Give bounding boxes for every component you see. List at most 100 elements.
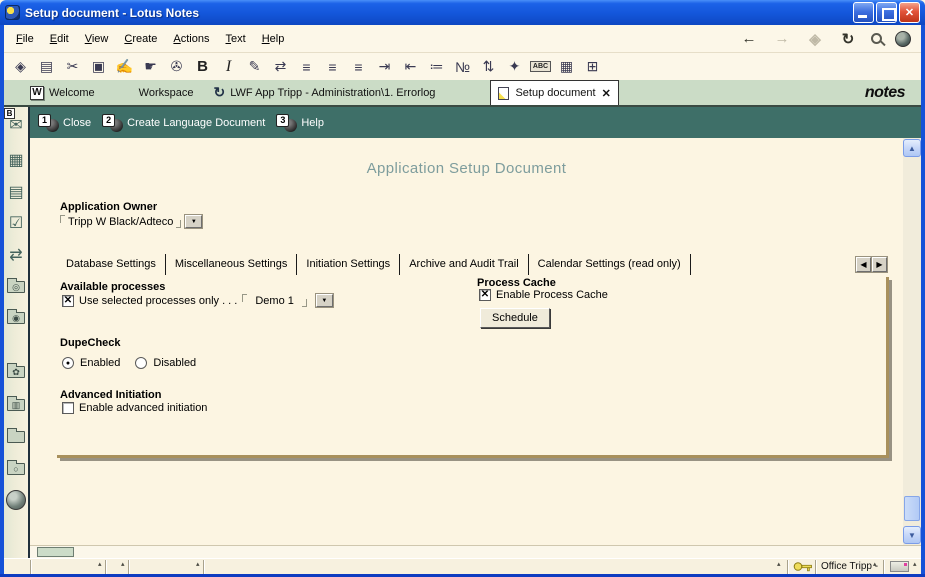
system-tray-icon[interactable]	[890, 561, 909, 572]
menu-text[interactable]: Text	[218, 30, 254, 48]
create-table-icon[interactable]: ⊞	[580, 55, 605, 79]
book-folder-icon[interactable]: ▥	[4, 390, 28, 420]
globe-folder-icon[interactable]: ◉	[4, 303, 28, 333]
stop-icon[interactable]: ◈	[805, 30, 825, 48]
mail-icon[interactable]: B ✉	[4, 110, 28, 140]
italic-icon[interactable]: I	[216, 55, 241, 79]
tab-initiation-settings[interactable]: Initiation Settings	[297, 254, 400, 275]
search-icon[interactable]	[871, 33, 882, 44]
menu-actions[interactable]: Actions	[165, 30, 217, 48]
people-globe-icon[interactable]	[4, 485, 28, 515]
scrollbar-thumb[interactable]	[904, 496, 920, 521]
refresh-icon[interactable]: ↻	[838, 30, 858, 48]
application-owner-field[interactable]: Tripp W Black/Adteco ▼	[60, 215, 202, 228]
dupecheck-options: ● Enabled Disabled	[62, 357, 196, 369]
status-expand-icon[interactable]: ▴	[913, 560, 917, 568]
close-action-button[interactable]: 1 Close	[38, 114, 91, 132]
enable-advanced-initiation-row: Enable advanced initiation	[62, 402, 207, 414]
spotlight-icon[interactable]: ✦	[502, 55, 527, 79]
create-language-document-button[interactable]: 2 Create Language Document	[102, 114, 265, 132]
document-icon	[498, 87, 509, 100]
enable-advanced-initiation-checkbox[interactable]	[62, 402, 74, 414]
tab-scroll-left-button[interactable]: ◀	[856, 257, 871, 272]
back-icon[interactable]: ←	[739, 30, 759, 47]
maximize-button[interactable]	[876, 2, 897, 23]
tab-miscellaneous-settings[interactable]: Miscellaneous Settings	[166, 254, 298, 275]
menu-file[interactable]: File	[8, 30, 42, 48]
process-field[interactable]: Demo 1	[255, 295, 294, 307]
tab-workspace[interactable]: Workspace	[139, 87, 194, 99]
open-document-icon[interactable]: ▤	[34, 55, 59, 79]
open-url-icon[interactable]	[895, 31, 911, 47]
help-action-button[interactable]: 3 Help	[276, 114, 324, 132]
format-painter-icon[interactable]: ☛	[138, 55, 163, 79]
action-2-icon: 2	[102, 114, 123, 132]
links-folder-icon[interactable]: ○	[4, 454, 28, 484]
horizontal-scrollbar[interactable]	[30, 545, 921, 558]
attach-file-icon[interactable]: ✇	[164, 55, 189, 79]
calendar-icon[interactable]: ▦	[4, 145, 28, 175]
security-key-icon[interactable]	[793, 561, 813, 575]
highlighter-icon[interactable]: ✎	[242, 55, 267, 79]
tab-archive-audit-trail[interactable]: Archive and Audit Trail	[400, 254, 528, 275]
award-folder-icon[interactable]: ✿	[4, 357, 28, 387]
tab-database-settings[interactable]: Database Settings	[57, 254, 166, 275]
paste-icon[interactable]: ✍	[112, 55, 137, 79]
align-center-icon[interactable]: ≡	[320, 55, 345, 79]
vertical-scrollbar[interactable]: ▲ ▼	[903, 138, 921, 545]
horizontal-scrollbar-thumb[interactable]	[37, 547, 74, 557]
tab-calendar-settings[interactable]: Calendar Settings (read only)	[529, 254, 691, 275]
todo-icon[interactable]: ☑	[4, 208, 28, 238]
status-expand-icon[interactable]: ▴	[121, 560, 125, 568]
numbered-list-icon[interactable]: №	[450, 55, 475, 79]
status-expand-icon[interactable]: ▴	[777, 560, 781, 568]
status-expand-icon[interactable]: ▴	[873, 560, 877, 568]
text-wrap-icon[interactable]: ⇄	[268, 55, 293, 79]
address-book-icon[interactable]: ▤	[4, 177, 28, 207]
tab-errorlog[interactable]: ↻ LWF App Tripp - Administration\1. Erro…	[213, 84, 435, 101]
menu-create[interactable]: Create	[116, 30, 165, 48]
outdent-icon[interactable]: ⇤	[398, 55, 423, 79]
settings-tab-row: Database Settings Miscellaneous Settings…	[57, 254, 691, 275]
menu-edit[interactable]: Edit	[42, 30, 77, 48]
close-window-button[interactable]: ✕	[899, 2, 920, 23]
action-3-icon: 3	[276, 114, 297, 132]
enable-process-cache-checkbox[interactable]: ✕	[479, 289, 491, 301]
action-1-icon: 1	[38, 114, 59, 132]
bold-icon[interactable]: B	[190, 55, 215, 79]
dialog-box-icon[interactable]: ▦	[554, 55, 579, 79]
tab-welcome[interactable]: W Welcome	[30, 86, 95, 100]
replicator-icon[interactable]: ⇄	[4, 240, 28, 270]
status-expand-icon[interactable]: ▴	[98, 560, 102, 568]
properties-icon[interactable]: ◈	[8, 55, 33, 79]
tab-scroll-right-button[interactable]: ▶	[872, 257, 887, 272]
dupecheck-enabled-radio[interactable]: ●	[62, 357, 74, 369]
copy-icon[interactable]: ▣	[86, 55, 111, 79]
bullet-list-icon[interactable]: ≔	[424, 55, 449, 79]
dupecheck-disabled-radio[interactable]	[135, 357, 147, 369]
use-selected-processes-checkbox[interactable]: ✕	[62, 295, 74, 307]
owner-dropdown-button[interactable]: ▼	[185, 215, 202, 228]
window-title: Setup document - Lotus Notes	[25, 6, 199, 20]
sort-icon[interactable]: ⇅	[476, 55, 501, 79]
align-left-icon[interactable]: ≡	[294, 55, 319, 79]
scroll-down-button[interactable]: ▼	[903, 526, 921, 544]
bookmark-letter: B	[4, 108, 15, 119]
status-expand-icon[interactable]: ▴	[196, 560, 200, 568]
minimize-button[interactable]	[853, 2, 874, 23]
plain-folder-icon[interactable]	[4, 422, 28, 452]
spell-check-icon[interactable]: ABC	[528, 55, 553, 79]
scroll-up-button[interactable]: ▲	[903, 139, 921, 157]
tab-setup-document[interactable]: Setup document ✕	[490, 80, 618, 105]
location-indicator[interactable]: Office Tripp -	[821, 561, 878, 572]
menu-view[interactable]: View	[77, 30, 117, 48]
process-dropdown-button[interactable]: ▼	[316, 294, 333, 307]
forward-icon[interactable]: →	[772, 30, 792, 47]
schedule-button[interactable]: Schedule	[480, 308, 550, 328]
cd-folder-icon[interactable]: ◎	[4, 272, 28, 302]
menu-help[interactable]: Help	[254, 30, 293, 48]
close-tab-icon[interactable]: ✕	[602, 87, 611, 100]
align-right-icon[interactable]: ≡	[346, 55, 371, 79]
indent-icon[interactable]: ⇥	[372, 55, 397, 79]
cut-icon[interactable]: ✂	[60, 55, 85, 79]
